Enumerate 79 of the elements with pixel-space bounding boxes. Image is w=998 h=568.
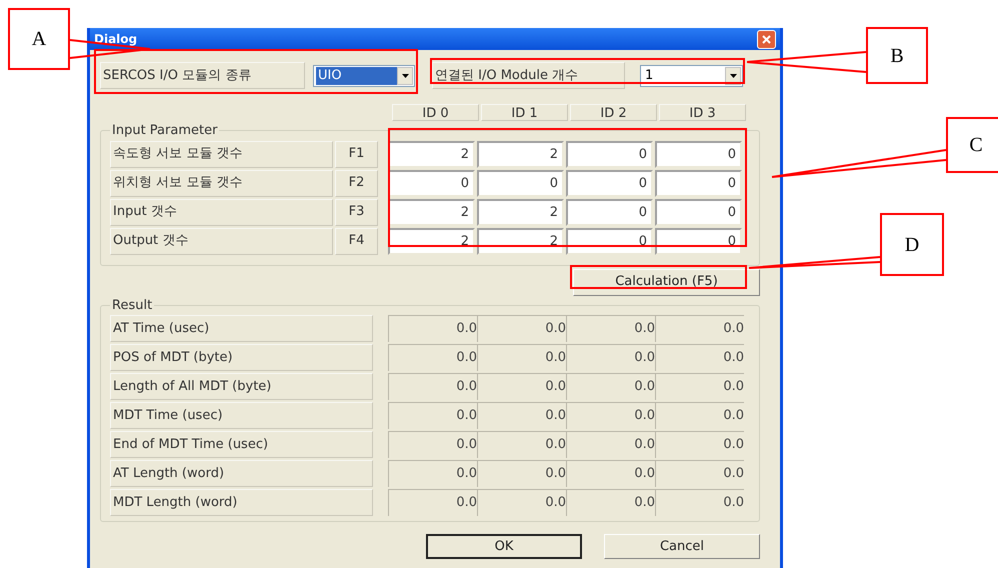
result-label: MDT Length (word) [110, 489, 373, 516]
result-value: 0.0 [388, 460, 477, 487]
result-value: 0.0 [655, 489, 744, 516]
number-input-field[interactable]: 0 [655, 198, 742, 226]
number-input-field[interactable]: 0 [655, 170, 742, 196]
number-input-field[interactable]: 2 [388, 228, 475, 254]
number-input-field[interactable]: 0 [655, 140, 742, 168]
number-input-field[interactable]: 0 [388, 170, 475, 196]
result-value: 0.0 [477, 373, 566, 400]
number-input-field[interactable]: 2 [388, 198, 475, 226]
result-value: 0.0 [388, 431, 477, 458]
result-value: 0.0 [566, 315, 655, 342]
number-input-field[interactable]: 0 [566, 228, 653, 254]
result-label: End of MDT Time (usec) [110, 431, 373, 458]
number-input-field[interactable]: 0 [566, 140, 653, 168]
column-header: ID 2 [570, 104, 657, 121]
result-value: 0.0 [655, 344, 744, 371]
number-input-field[interactable]: 2 [388, 140, 475, 168]
callout-label: A [8, 8, 70, 70]
result-value: 0.0 [477, 402, 566, 429]
result-value: 0.0 [655, 460, 744, 487]
result-value: 0.0 [388, 315, 477, 342]
parameter-label: 속도형 서보 모듈 갯수 [110, 140, 333, 168]
field-label: SERCOS I/O 모듈의 종류 [100, 62, 305, 89]
group-title: Result [111, 296, 154, 314]
result-value: 0.0 [477, 489, 566, 516]
result-value: 0.0 [477, 431, 566, 458]
dialog-button[interactable]: OK [426, 534, 582, 559]
number-input-field[interactable]: 0 [655, 228, 742, 254]
result-value: 0.0 [566, 373, 655, 400]
field-label: 연결된 I/O Module 개수 [432, 62, 625, 89]
function-key-label: F2 [335, 170, 378, 196]
parameter-label: Output 갯수 [110, 228, 333, 254]
callout-label: C [946, 117, 998, 173]
column-header: ID 1 [481, 104, 568, 121]
result-value: 0.0 [388, 344, 477, 371]
group-title: Input Parameter [111, 122, 218, 140]
result-value: 0.0 [566, 344, 655, 371]
result-value: 0.0 [566, 402, 655, 429]
result-value: 0.0 [388, 373, 477, 400]
function-key-label: F3 [335, 198, 378, 226]
close-icon [762, 34, 771, 44]
function-key-label: F4 [335, 228, 378, 254]
result-value: 0.0 [477, 460, 566, 487]
result-label: MDT Time (usec) [110, 402, 373, 429]
dialog-button[interactable]: Cancel [604, 534, 760, 559]
dropdown[interactable]: UIO [313, 64, 415, 86]
number-input-field[interactable]: 0 [566, 198, 653, 226]
result-label: POS of MDT (byte) [110, 344, 373, 371]
close-button[interactable] [757, 30, 776, 48]
result-value: 0.0 [388, 402, 477, 429]
function-key-label: F1 [335, 140, 378, 168]
result-label: AT Length (word) [110, 460, 373, 487]
result-value: 0.0 [655, 402, 744, 429]
calculation-button[interactable]: Calculation (F5) [573, 268, 760, 296]
result-value: 0.0 [566, 460, 655, 487]
result-value: 0.0 [566, 431, 655, 458]
result-value: 0.0 [655, 315, 744, 342]
result-value: 0.0 [477, 344, 566, 371]
callout-label: B [866, 27, 928, 84]
result-value: 0.0 [655, 373, 744, 400]
result-value: 0.0 [388, 489, 477, 516]
parameter-label: Input 갯수 [110, 198, 333, 226]
number-input-field[interactable]: 2 [477, 228, 564, 254]
result-label: Length of All MDT (byte) [110, 373, 373, 400]
number-input-field[interactable]: 2 [477, 198, 564, 226]
result-value: 0.0 [566, 489, 655, 516]
column-header: ID 0 [392, 104, 479, 121]
number-input-field[interactable]: 0 [566, 170, 653, 196]
result-value: 0.0 [477, 315, 566, 342]
number-input-field[interactable]: 0 [477, 170, 564, 196]
result-label: AT Time (usec) [110, 315, 373, 342]
dropdown[interactable]: 1 [640, 64, 743, 86]
result-value: 0.0 [655, 431, 744, 458]
window-title: Dialog [94, 31, 138, 48]
number-input-field[interactable]: 2 [477, 140, 564, 168]
column-header: ID 3 [659, 104, 746, 121]
callout-label: D [880, 213, 944, 276]
parameter-label: 위치형 서보 모듈 갯수 [110, 170, 333, 196]
